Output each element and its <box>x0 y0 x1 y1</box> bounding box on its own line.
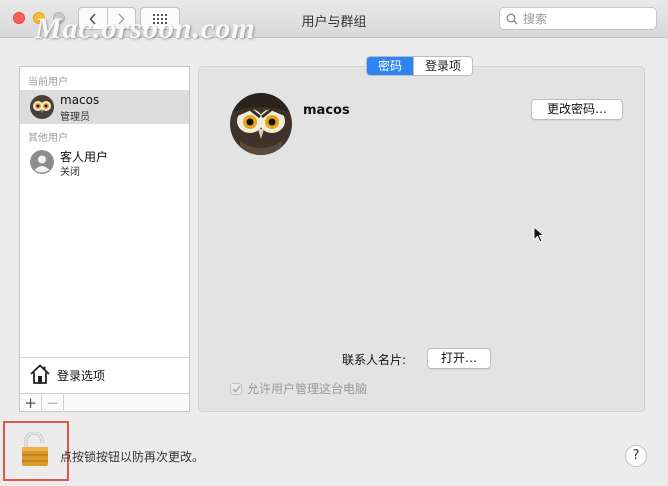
user-item-macos[interactable]: macos 管理员 <box>20 90 189 124</box>
search-icon <box>506 13 518 24</box>
remove-user-button[interactable]: − <box>42 394 64 412</box>
unlocked-padlock-icon[interactable] <box>20 432 50 468</box>
lock-message: 点按锁按钮以防再次更改。 <box>60 450 205 464</box>
mouse-pointer-icon <box>533 226 545 243</box>
allow-admin-label: 允许用户管理这台电脑 <box>247 382 368 396</box>
owl-avatar-icon[interactable] <box>230 93 292 155</box>
user-role: 关闭 <box>60 167 80 178</box>
list-edit-bar: + − <box>20 393 189 412</box>
change-password-button[interactable]: 更改密码… <box>531 99 623 120</box>
user-item-guest[interactable]: 客人用户 关闭 <box>20 145 189 179</box>
user-name: macos <box>60 93 100 107</box>
user-list: 当前用户 macos 管理员 其他用户 客人用户 关闭 登录选项 + − <box>19 66 190 412</box>
checkmark-icon <box>231 385 241 393</box>
help-button[interactable]: ? <box>625 445 647 467</box>
house-icon <box>30 364 50 384</box>
search-field[interactable]: 搜索 <box>499 7 657 30</box>
user-role: 管理员 <box>60 112 90 123</box>
other-users-heading: 其他用户 <box>28 133 68 144</box>
login-options-label: 登录选项 <box>57 369 106 383</box>
title-bar: 用户与群组 搜索 Mac.orsoon.com <box>0 0 668 45</box>
selected-user-name: macos <box>303 103 350 118</box>
contact-card-label: 联系人名片: <box>342 353 407 367</box>
tab-password[interactable]: 密码 <box>367 57 414 75</box>
watermark: Mac.orsoon.com <box>35 12 256 45</box>
search-placeholder: 搜索 <box>523 12 548 26</box>
current-users-heading: 当前用户 <box>28 77 68 88</box>
open-contact-button[interactable]: 打开… <box>427 348 491 369</box>
tab-login-items[interactable]: 登录项 <box>413 57 472 75</box>
login-options-item[interactable]: 登录选项 <box>20 357 189 391</box>
owl-avatar-icon <box>30 95 54 119</box>
add-user-button[interactable]: + <box>20 394 42 412</box>
allow-admin-checkbox[interactable]: 允许用户管理这台电脑 <box>230 380 367 397</box>
checkbox[interactable] <box>230 382 242 395</box>
tab-bar: 密码 登录项 <box>366 56 474 76</box>
person-icon <box>30 150 54 174</box>
